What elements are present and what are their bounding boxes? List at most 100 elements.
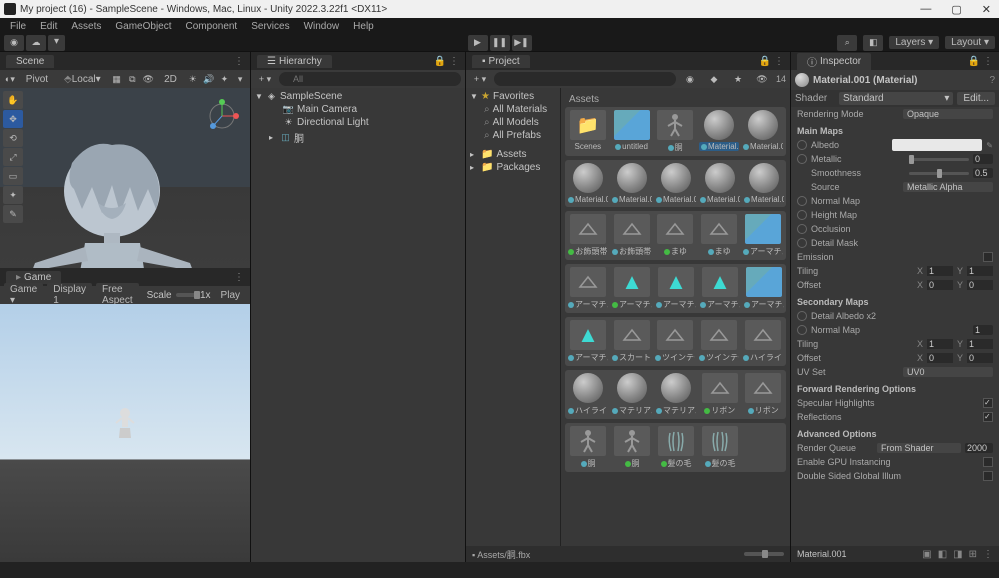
pause-button[interactable]: ❚❚	[490, 35, 510, 51]
height-texture-slot[interactable]	[797, 210, 807, 220]
rect-tool[interactable]: ▭	[3, 167, 23, 185]
asset-item[interactable]: Material.0...	[744, 163, 784, 204]
hierarchy-scene-row[interactable]: ▼◈ SampleScene	[251, 90, 465, 103]
inspector-tab[interactable]: ⓘ Inspector	[797, 53, 871, 70]
assets-folder-row[interactable]: ▸📁Assets	[466, 148, 560, 161]
favorite-search-item[interactable]: ⌕ All Materials	[466, 103, 560, 116]
asset-bundle-icon[interactable]: ▣	[922, 549, 931, 560]
offset-y-field[interactable]: 0	[967, 280, 993, 290]
asset-item[interactable]: お飾頭帯	[612, 214, 652, 257]
tiling-x-field[interactable]: 1	[927, 266, 953, 276]
gpu-instancing-checkbox[interactable]	[983, 457, 993, 467]
packages-folder-row[interactable]: ▸📁Packages	[466, 161, 560, 174]
asset-item[interactable]: ▲アーマチュ...	[656, 267, 696, 310]
menu-edit[interactable]: Edit	[34, 20, 63, 33]
rendering-mode-dropdown[interactable]: Opaque	[903, 109, 993, 119]
preview-menu-icon[interactable]: ⋮	[983, 549, 993, 560]
audio-toggle[interactable]: 🔊	[203, 71, 215, 87]
asset-item[interactable]: Material.0...	[743, 110, 783, 153]
asset-item[interactable]: Material.0...	[699, 110, 739, 153]
asset-item[interactable]: お飾頭帯	[568, 214, 608, 257]
panel-menu-icon[interactable]: ⋮	[234, 272, 244, 283]
menu-assets[interactable]: Assets	[65, 20, 107, 33]
uvset-dropdown[interactable]: UV0	[903, 367, 993, 377]
filter-by-type-icon[interactable]: ◉	[680, 71, 700, 87]
scene-viewport[interactable]: ✋ ✥ ⟲ ⤢ ▭ ✦ ✎	[0, 88, 250, 268]
cloud-icon[interactable]: ☁	[26, 35, 46, 51]
normal-texture-slot[interactable]	[797, 196, 807, 206]
asset-item[interactable]: 髪の毛	[700, 426, 740, 469]
asset-item[interactable]: マテリアル.001	[656, 373, 696, 416]
pivot-toggle[interactable]: Pivot	[20, 73, 54, 86]
menu-gameobject[interactable]: GameObject	[109, 20, 177, 33]
asset-item[interactable]: アーマチュ...	[568, 267, 608, 310]
preview-icon-3[interactable]: ⊞	[969, 549, 977, 560]
reflections-checkbox[interactable]	[983, 412, 993, 422]
detail-albedo-texture-slot[interactable]	[797, 311, 807, 321]
layers-dropdown[interactable]: Layers ▾	[889, 36, 939, 49]
shader-edit-button[interactable]: Edit...	[957, 92, 995, 105]
play-focused-dropdown[interactable]: Play	[215, 289, 246, 302]
metallic-value[interactable]: 0	[973, 154, 993, 164]
metallic-texture-slot[interactable]	[797, 154, 807, 164]
gizmo-dropdown[interactable]: ▾	[234, 71, 246, 87]
preview-packages-icon[interactable]: ◧	[863, 35, 883, 51]
panel-lock-icon[interactable]: 🔒	[759, 56, 771, 67]
panel-lock-icon[interactable]: 🔒	[434, 56, 446, 67]
render-queue-value[interactable]: 2000	[965, 443, 993, 453]
orientation-gizmo[interactable]	[202, 96, 242, 136]
asset-item[interactable]: Material.0...	[656, 163, 696, 204]
render-queue-dropdown[interactable]: From Shader	[877, 443, 961, 453]
hierarchy-tab[interactable]: ☰ Hierarchy	[257, 55, 332, 68]
minimize-button[interactable]: —	[916, 3, 935, 16]
search-button[interactable]: ⌕	[837, 35, 857, 51]
panel-menu-icon[interactable]: ⋮	[234, 56, 244, 67]
asset-item[interactable]: ハイライト	[568, 373, 608, 416]
occlusion-texture-slot[interactable]	[797, 224, 807, 234]
asset-item[interactable]: 📁Scenes	[568, 110, 608, 153]
transform-tool[interactable]: ✦	[3, 186, 23, 204]
project-tab[interactable]: ▪ Project	[472, 55, 530, 68]
asset-item[interactable]: Material.0...	[568, 163, 608, 204]
asset-item[interactable]: 胴	[612, 426, 652, 469]
panel-menu-icon[interactable]: ⋮	[449, 56, 459, 67]
scale-tool[interactable]: ⤢	[3, 148, 23, 166]
emission-checkbox[interactable]	[983, 252, 993, 262]
fx-toggle[interactable]: ✦	[218, 71, 230, 87]
spec-highlights-checkbox[interactable]	[983, 398, 993, 408]
asset-item[interactable]: アーマチュア	[743, 214, 783, 257]
asset-item[interactable]: まゆ	[656, 214, 696, 257]
metallic-slider[interactable]	[909, 158, 969, 161]
asset-item[interactable]: untitled	[612, 110, 652, 153]
preview-icon-1[interactable]: ◧	[938, 549, 947, 560]
help-icon[interactable]: ?	[989, 75, 995, 86]
favorite-search-item[interactable]: ⌕ All Prefabs	[466, 129, 560, 142]
asset-item[interactable]: ツインテール	[655, 320, 695, 363]
asset-item[interactable]: マテリアル	[612, 373, 652, 416]
smoothness-value[interactable]: 0.5	[973, 168, 993, 178]
snap-toggle[interactable]: ⧉	[126, 71, 138, 87]
menu-window[interactable]: Window	[298, 20, 346, 33]
hierarchy-item[interactable]: ▸◫胴	[251, 129, 465, 146]
lighting-toggle[interactable]: ☀	[187, 71, 199, 87]
custom-tool[interactable]: ✎	[3, 205, 23, 223]
asset-item[interactable]: 髪の毛	[656, 426, 696, 469]
tiling-y-field[interactable]: 1	[967, 266, 993, 276]
rotate-tool[interactable]: ⟲	[3, 129, 23, 147]
tiling2-x-field[interactable]: 1	[927, 339, 953, 349]
grid-toggle[interactable]: ▦	[111, 71, 123, 87]
move-tool[interactable]: ✥	[3, 110, 23, 128]
hand-tool[interactable]: ✋	[3, 91, 23, 109]
tiling2-y-field[interactable]: 1	[967, 339, 993, 349]
scene-tab[interactable]: Scene	[6, 55, 54, 68]
offset2-y-field[interactable]: 0	[967, 353, 993, 363]
asset-item[interactable]: Material.0...	[612, 163, 652, 204]
menu-services[interactable]: Services	[245, 20, 295, 33]
preview-icon-2[interactable]: ◨	[953, 549, 962, 560]
hierarchy-item[interactable]: ☀Directional Light	[251, 116, 465, 129]
filter-by-label-icon[interactable]: ◆	[704, 71, 724, 87]
menu-file[interactable]: File	[4, 20, 32, 33]
scene-visibility-icon[interactable]: 👁	[142, 71, 154, 87]
game-tab[interactable]: ▸ Game	[6, 271, 61, 284]
scale-slider[interactable]	[176, 293, 196, 297]
